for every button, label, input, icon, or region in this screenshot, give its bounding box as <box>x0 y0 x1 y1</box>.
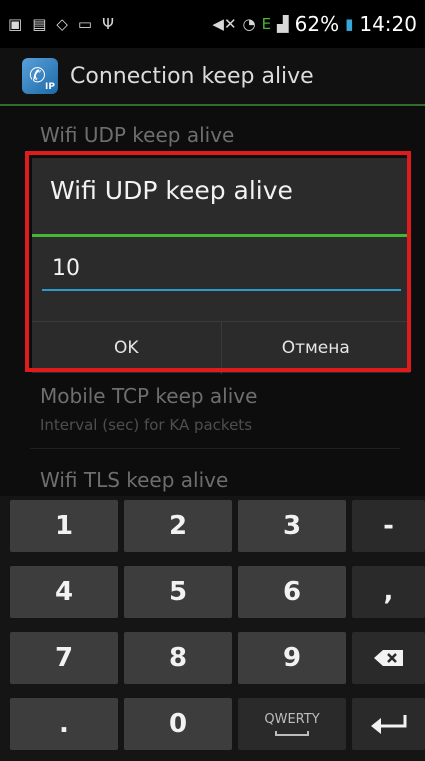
key-3[interactable]: 3 <box>238 500 346 552</box>
ok-button[interactable]: OK <box>32 322 221 374</box>
status-bar: ▣ ▤ ◇ ▭ Ψ ◀✕ ◔ E ▟ 62% ▮ 14:20 <box>0 0 425 48</box>
numeric-keyboard: 1 2 3 - 4 5 6 , 7 8 9 . 0 QWERTY <box>0 496 425 761</box>
app-phone-icon[interactable]: ✆ IP <box>22 58 58 94</box>
image-icon: ▤ <box>32 15 47 33</box>
network-type: E <box>261 15 272 33</box>
wifi-icon: ◔ <box>242 15 256 33</box>
backspace-key[interactable] <box>352 632 425 684</box>
pref-divider <box>30 448 400 449</box>
key-7[interactable]: 7 <box>10 632 118 684</box>
dialog-title: Wifi UDP keep alive <box>50 176 293 205</box>
backspace-icon <box>373 650 403 666</box>
page-title: Connection keep alive <box>70 63 314 89</box>
clock: 14:20 <box>359 12 417 36</box>
space-icon <box>275 731 309 736</box>
shield-icon: ◇ <box>56 15 68 33</box>
enter-key[interactable] <box>352 698 425 750</box>
mute-icon: ◀✕ <box>212 15 237 33</box>
enter-icon <box>370 715 406 734</box>
pref-wifi-udp-title[interactable]: Wifi UDP keep alive <box>40 123 234 147</box>
pref-mobile-tcp-summary: Interval (sec) for KA packets <box>40 416 253 434</box>
dialog-button-row: OK Отмена <box>32 321 410 374</box>
pref-wifi-tls-title[interactable]: Wifi TLS keep alive <box>40 468 228 492</box>
phone-icon: ✆ <box>29 63 46 87</box>
key-8[interactable]: 8 <box>124 632 232 684</box>
usb-icon: Ψ <box>102 15 114 33</box>
input-underline <box>42 289 401 291</box>
pref-mobile-tcp-title[interactable]: Mobile TCP keep alive <box>40 384 257 408</box>
key-0[interactable]: 0 <box>124 698 232 750</box>
qwerty-key[interactable]: QWERTY <box>238 698 346 750</box>
battery-percent: 62% <box>294 12 340 36</box>
ip-badge: IP <box>45 82 55 92</box>
key-6[interactable]: 6 <box>238 566 346 618</box>
cancel-button[interactable]: Отмена <box>220 322 411 374</box>
notification-icon: ▣ <box>8 15 23 33</box>
keep-alive-dialog: Wifi UDP keep alive 10 OK Отмена <box>32 158 410 374</box>
signal-icon: ▟ <box>277 15 289 33</box>
key-5[interactable]: 5 <box>124 566 232 618</box>
key-minus[interactable]: - <box>352 500 425 552</box>
interval-input[interactable]: 10 <box>52 256 408 281</box>
qwerty-label: QWERTY <box>264 712 320 727</box>
key-2[interactable]: 2 <box>124 500 232 552</box>
battery-icon: ▮ <box>345 15 354 33</box>
dialog-title-divider <box>32 234 410 237</box>
key-1[interactable]: 1 <box>10 500 118 552</box>
key-9[interactable]: 9 <box>238 632 346 684</box>
keyboard-icon: ▭ <box>77 15 93 33</box>
key-4[interactable]: 4 <box>10 566 118 618</box>
key-comma[interactable]: , <box>352 566 425 618</box>
key-dot[interactable]: . <box>10 698 118 750</box>
action-bar: ✆ IP Connection keep alive <box>0 48 425 104</box>
